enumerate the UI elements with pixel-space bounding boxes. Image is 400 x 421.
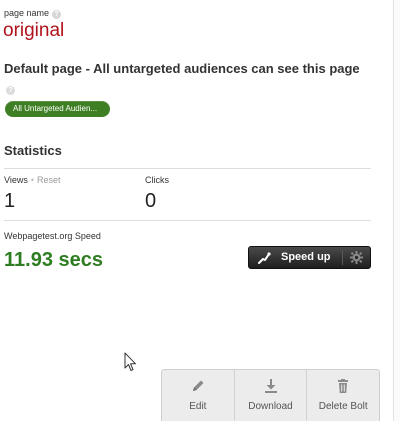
default-page-description: Default page - All untargeted audiences … — [4, 61, 360, 76]
download-button[interactable]: Download — [235, 370, 308, 421]
clicks-value: 0 — [145, 190, 157, 212]
views-label: Views — [4, 175, 28, 185]
page-detail-panel: page name? original Default page - All u… — [0, 0, 392, 421]
page-name-value: original — [3, 20, 65, 41]
divider — [4, 220, 371, 221]
edit-button[interactable]: Edit — [162, 370, 235, 421]
scroll-gutter — [394, 0, 400, 421]
audience-tag[interactable]: All Untargeted Audien... — [5, 101, 110, 117]
clicks-label: Clicks — [145, 175, 169, 185]
statistics-heading: Statistics — [4, 143, 62, 158]
bolt-toolbar: Edit Download Delete Bolt — [161, 369, 380, 421]
page-name-label: page name — [4, 8, 50, 18]
edit-label: Edit — [189, 401, 207, 412]
download-label: Download — [248, 401, 293, 412]
download-icon — [264, 379, 277, 393]
button-divider — [342, 250, 343, 265]
views-label-row: Views • Reset — [4, 175, 61, 186]
views-value: 1 — [4, 190, 16, 212]
delete-bolt-label: Delete Bolt — [318, 401, 368, 412]
speed-label: Webpagetest.org Speed — [4, 231, 101, 241]
divider — [4, 168, 371, 169]
separator-dot: • — [30, 175, 35, 185]
delete-bolt-button[interactable]: Delete Bolt — [307, 370, 379, 421]
speed-up-button[interactable]: Speed up — [248, 246, 371, 269]
reset-link[interactable]: Reset — [37, 175, 61, 185]
help-icon[interactable]: ? — [6, 86, 15, 95]
bolt-icon — [258, 252, 271, 264]
speed-value: 11.93 secs — [4, 249, 103, 271]
trash-icon — [338, 379, 349, 393]
cursor-icon — [124, 352, 136, 371]
gear-icon[interactable] — [349, 250, 364, 265]
speed-up-label: Speed up — [281, 251, 331, 263]
pencil-icon — [192, 380, 204, 391]
help-icon[interactable]: ? — [52, 10, 62, 19]
page-name-label-row: page name? — [4, 8, 62, 19]
